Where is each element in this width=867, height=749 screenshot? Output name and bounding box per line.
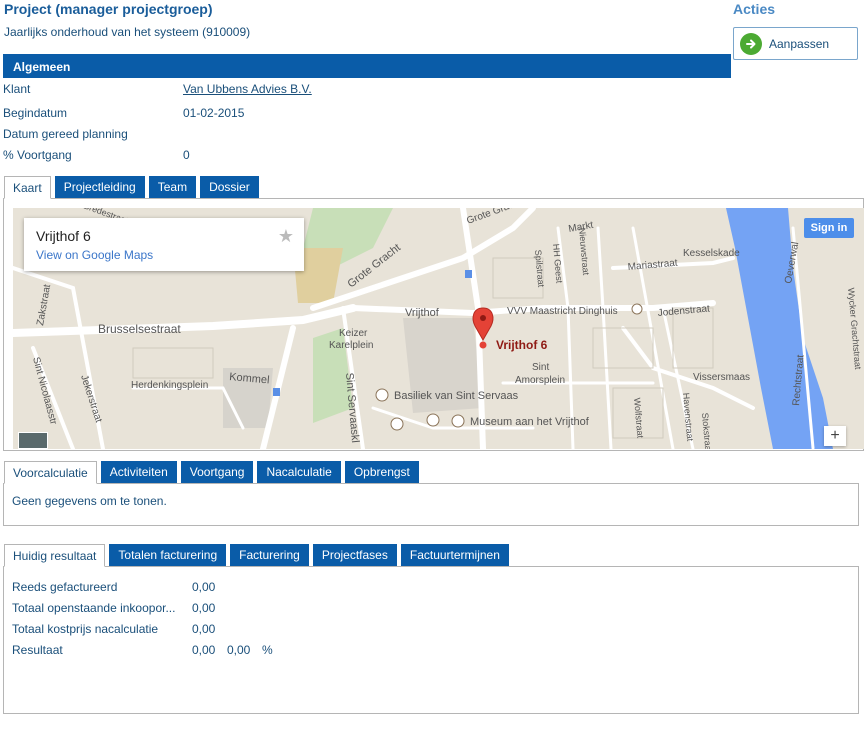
aanpassen-label: Aanpassen — [769, 36, 830, 51]
map-label: Vrijthof — [405, 307, 440, 319]
aanpassen-button[interactable]: Aanpassen — [733, 27, 858, 60]
result-label-kostprijs-nacalculatie: Totaal kostprijs nacalculatie — [12, 622, 159, 636]
tab-dossier[interactable]: Dossier — [200, 176, 259, 198]
result-value-reeds-gefactureerd: 0,00 — [192, 580, 216, 594]
field-label-klant: Klant — [3, 82, 31, 96]
acties-title: Acties — [733, 1, 776, 17]
section-header-algemeen: Algemeen — [3, 54, 731, 78]
map-label: Karelplein — [329, 340, 373, 351]
tab-team[interactable]: Team — [148, 176, 197, 198]
tab-projectfases[interactable]: Projectfases — [312, 544, 397, 566]
result-value-kostprijs-nacalculatie: 0,00 — [192, 622, 216, 636]
map-label: Kesselskade — [683, 248, 740, 259]
page-title: Project (manager projectgroep) — [4, 1, 213, 17]
result-label-openstaande-inkoop: Totaal openstaande inkoopor... — [12, 601, 176, 615]
zoom-in-button[interactable]: + — [824, 426, 846, 446]
klant-link[interactable]: Van Ubbens Advies B.V. — [183, 82, 312, 96]
view-on-google-maps-link[interactable]: View on Google Maps — [36, 248, 292, 262]
tab-facturering[interactable]: Facturering — [230, 544, 309, 566]
tab-nacalculatie[interactable]: Nacalculatie — [257, 461, 341, 483]
map-infobox: Vrijthof 6 View on Google Maps ★ — [24, 218, 304, 271]
result-panel — [3, 566, 859, 714]
tab-opbrengst[interactable]: Opbrengst — [344, 461, 419, 483]
tab-activiteiten[interactable]: Activiteiten — [100, 461, 177, 483]
tab-totalen-facturering[interactable]: Totalen facturering — [109, 544, 227, 566]
tab-voorcalculatie[interactable]: Voorcalculatie — [4, 461, 97, 484]
page-subtitle: Jaarlijks onderhoud van het systeem (910… — [4, 25, 251, 39]
tab-kaart[interactable]: Kaart — [4, 176, 51, 199]
tab-projectleiding[interactable]: Projectleiding — [54, 176, 145, 198]
calc-tabbar: Voorcalculatie Activiteiten Voortgang Na… — [4, 461, 423, 484]
result-unit-percent: % — [262, 643, 273, 657]
field-label-begindatum: Begindatum — [3, 106, 68, 120]
result-tabbar: Huidig resultaat Totalen facturering Fac… — [4, 544, 513, 567]
map-tabbar: Kaart Projectleiding Team Dossier — [4, 176, 263, 199]
map-label: Sint — [532, 362, 549, 373]
map-label: Amorsplein — [515, 375, 565, 386]
calc-empty-text: Geen gegevens om te tonen. — [12, 494, 167, 508]
arrow-right-icon — [740, 32, 762, 55]
map-signin-button[interactable]: Sign in — [804, 218, 854, 238]
star-icon[interactable]: ★ — [278, 226, 294, 247]
result-value-resultaat: 0,00 — [192, 643, 216, 657]
map-label: Keizer — [339, 328, 368, 339]
satellite-thumbnail[interactable] — [18, 432, 48, 449]
result-label-resultaat: Resultaat — [12, 643, 63, 657]
map-label: Museum aan het Vrijthof — [470, 416, 590, 428]
result-value-openstaande-inkoop: 0,00 — [192, 601, 216, 615]
field-label-voortgang: % Voortgang — [3, 148, 72, 162]
map-label: Brusselsestraat — [98, 322, 181, 336]
google-map[interactable]: Grote Gracht Markt Kesselskade Mariastra… — [13, 208, 864, 449]
map-label: Vissersmaas — [693, 372, 750, 383]
tab-huidig-resultaat[interactable]: Huidig resultaat — [4, 544, 106, 567]
tab-factuurtermijnen[interactable]: Factuurtermijnen — [400, 544, 509, 566]
map-label: VVV Maastricht Dinghuis — [507, 306, 618, 317]
field-label-datum-gereed: Datum gereed planning — [3, 127, 128, 141]
field-value-begindatum: 01-02-2015 — [183, 106, 245, 120]
result-value-resultaat-percent: 0,00 — [227, 643, 251, 657]
map-marker-label: Vrijthof 6 — [496, 338, 548, 352]
tab-voortgang[interactable]: Voortgang — [180, 461, 254, 483]
map-label: Herdenkingsplein — [131, 380, 208, 391]
map-place-name: Vrijthof 6 — [36, 228, 91, 244]
field-value-voortgang: 0 — [183, 148, 190, 162]
result-label-reeds-gefactureerd: Reeds gefactureerd — [12, 580, 118, 594]
map-label: Basiliek van Sint Servaas — [394, 390, 519, 402]
